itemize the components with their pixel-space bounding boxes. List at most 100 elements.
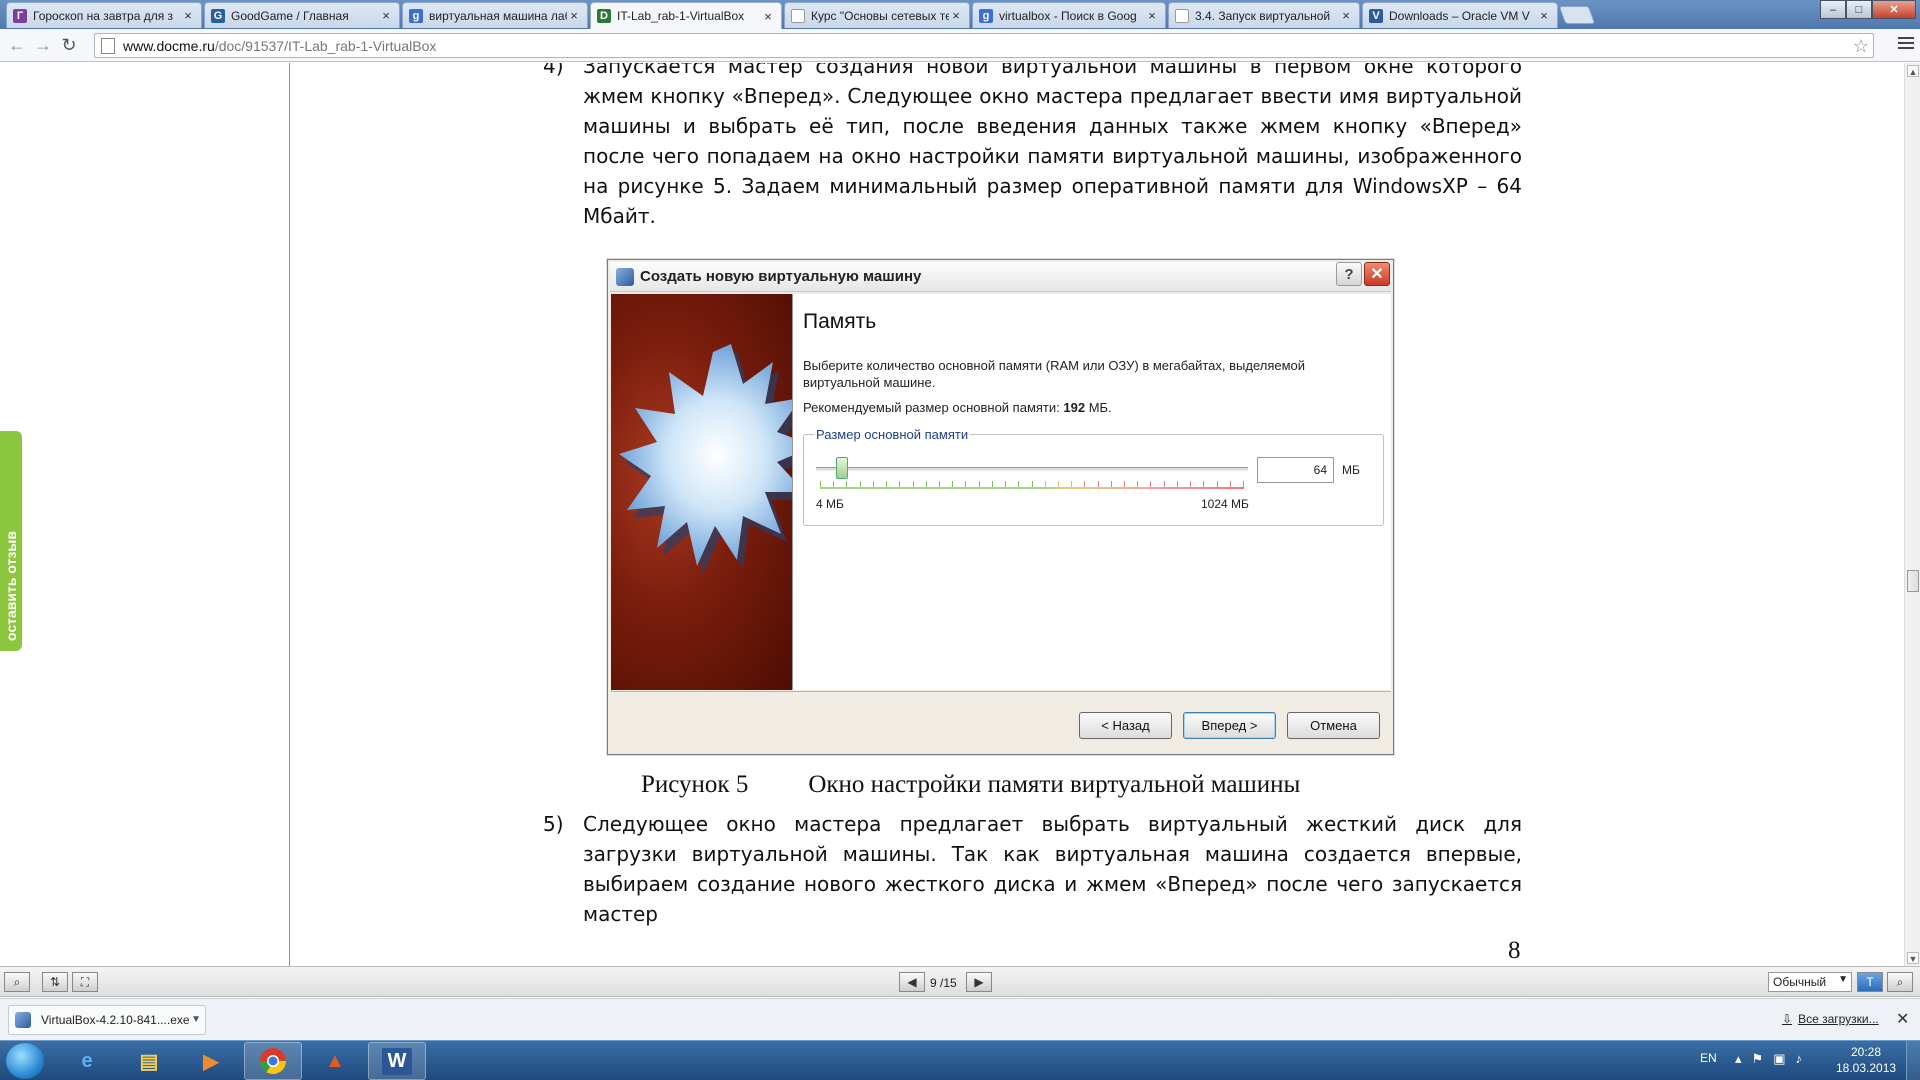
- next-button: Вперед >: [1183, 712, 1276, 739]
- chevron-down-icon[interactable]: ▼: [191, 1014, 201, 1025]
- media-player-icon[interactable]: ▶: [182, 1042, 240, 1080]
- bookmark-star-icon[interactable]: ☆: [1853, 36, 1869, 57]
- page-favicon-icon: [1175, 8, 1189, 23]
- tab-google-virtualbox[interactable]: g virtualbox - Поиск в Goog ×: [972, 2, 1166, 28]
- show-hidden-icons-icon[interactable]: ▴: [1735, 1051, 1742, 1067]
- paragraph-4: 4) Запускается мастер создания новой вир…: [543, 63, 1522, 231]
- feedback-tab[interactable]: оставить отзыв: [0, 431, 22, 651]
- total-pages: /15: [940, 976, 957, 990]
- close-tab-icon[interactable]: ×: [1145, 8, 1159, 23]
- scroll-up-arrow-icon[interactable]: ▲: [1907, 65, 1919, 77]
- figure-caption: Рисунок 5 Окно настройки памяти виртуальн…: [641, 771, 1300, 799]
- back-arrow-icon[interactable]: ←: [4, 32, 30, 58]
- close-tab-icon[interactable]: ×: [1339, 8, 1353, 23]
- windows-taskbar: e ▤ ▶ ▲ W EN ▴ ⚑ ▣ ♪ 20:28 18.03.2013: [0, 1040, 1920, 1080]
- tab-goodgame[interactable]: G GoodGame / Главная ×: [204, 2, 400, 28]
- recommended-value: 192: [1063, 400, 1086, 415]
- matlab-icon[interactable]: ▲: [306, 1042, 364, 1080]
- close-shelf-icon[interactable]: ✕: [1896, 1009, 1909, 1029]
- download-item[interactable]: VirtualBox-4.2.10-841....exe ▼: [8, 1005, 206, 1035]
- virtualbox-dialog-figure: Создать новую виртуальную машину ? ✕ Пам…: [607, 259, 1394, 755]
- wizard-heading: Память: [803, 310, 877, 333]
- chrome-logo-icon: [259, 1048, 287, 1075]
- clock-date: 18.03.2013: [1836, 1061, 1897, 1075]
- close-tab-icon[interactable]: ×: [379, 8, 393, 23]
- wizard-side-image: [611, 294, 792, 690]
- horoscope-favicon-icon: Г: [13, 8, 27, 23]
- tab-vm-launch[interactable]: 3.4. Запуск виртуальной ×: [1168, 2, 1360, 28]
- minimize-button[interactable]: –: [1820, 0, 1846, 19]
- file-explorer-icon[interactable]: ▤: [120, 1042, 178, 1080]
- close-tab-icon[interactable]: ×: [949, 8, 963, 23]
- close-tab-icon[interactable]: ×: [567, 8, 581, 23]
- scrollbar-thumb[interactable]: [1907, 570, 1919, 592]
- tab-google-vm[interactable]: g виртуальная машина лаб ×: [402, 2, 588, 28]
- tab-oracle-downloads[interactable]: V Downloads – Oracle VM V ×: [1362, 2, 1558, 28]
- new-tab-button[interactable]: [1558, 6, 1596, 24]
- language-indicator[interactable]: EN: [1700, 1051, 1717, 1065]
- browser-toolbar: ← → ↻ www.docme.ru /doc/91537/IT-Lab_rab…: [0, 29, 1920, 62]
- chrome-menu-icon[interactable]: [1898, 35, 1914, 51]
- url-host: www.docme.ru: [123, 37, 215, 54]
- zoom-mode-select[interactable]: Обычный ▼: [1768, 972, 1852, 992]
- recommended-memory: Рекомендуемый размер основной памяти: 19…: [803, 400, 1112, 415]
- address-bar[interactable]: www.docme.ru /doc/91537/IT-Lab_rab-1-Vir…: [94, 33, 1874, 58]
- search-icon[interactable]: ⌕: [4, 972, 30, 992]
- window-close-button[interactable]: ✕: [1872, 0, 1916, 19]
- scroll-down-arrow-icon[interactable]: ▼: [1907, 952, 1919, 964]
- group-label: Размер основной памяти: [814, 427, 971, 442]
- memory-size-group: Размер основной памяти 4 МБ 1024 МБ 64 М…: [803, 427, 1384, 526]
- starburst-graphic: [619, 344, 792, 574]
- wizard-footer: < Назад Вперед > Отмена: [611, 691, 1391, 752]
- slider-max-label: 1024 МБ: [1201, 497, 1249, 511]
- download-filename: VirtualBox-4.2.10-841....exe: [41, 1013, 190, 1027]
- zoom-icon[interactable]: ⌕: [1887, 972, 1913, 992]
- dialog-title: Создать новую виртуальную машину: [640, 268, 922, 285]
- maximize-button[interactable]: □: [1846, 0, 1872, 19]
- memory-slider-thumb: [835, 457, 848, 479]
- fit-page-icon[interactable]: ⛶: [72, 972, 98, 992]
- browser-tab-strip: Г Гороскоп на завтра для з × G GoodGame …: [0, 0, 1920, 29]
- page-select-icon[interactable]: ⇅: [42, 972, 68, 992]
- network-icon[interactable]: ▣: [1773, 1051, 1785, 1067]
- page-favicon-icon: [791, 8, 805, 23]
- action-center-icon[interactable]: ⚑: [1752, 1051, 1764, 1067]
- show-desktop-button[interactable]: [1906, 1041, 1920, 1080]
- tab-horoscope[interactable]: Г Гороскоп на завтра для з ×: [6, 2, 202, 28]
- google-favicon-icon: g: [409, 8, 423, 23]
- virtualbox-file-icon: [15, 1012, 31, 1028]
- system-clock[interactable]: 20:28 18.03.2013: [1836, 1044, 1896, 1076]
- prev-page-icon[interactable]: ◀: [899, 972, 925, 992]
- url-path: /doc/91537/IT-Lab_rab-1-VirtualBox: [214, 37, 437, 54]
- slider-range-indicator: [820, 487, 1244, 489]
- memory-unit-label: МБ: [1342, 463, 1360, 477]
- vertical-scrollbar[interactable]: ▲ ▼: [1904, 63, 1920, 966]
- virtualbox-icon: [616, 267, 634, 286]
- next-page-icon[interactable]: ▶: [966, 972, 992, 992]
- page-left-border: [289, 63, 290, 966]
- internet-explorer-icon[interactable]: e: [58, 1042, 116, 1080]
- chrome-icon[interactable]: [244, 1042, 302, 1080]
- window-controls: – □ ✕: [1820, 0, 1916, 20]
- reload-icon[interactable]: ↻: [56, 32, 82, 58]
- document-viewer: оставить отзыв 4) Запускается мастер соз…: [0, 63, 1904, 966]
- current-page[interactable]: 9: [930, 976, 937, 990]
- close-tab-icon[interactable]: ×: [181, 8, 195, 23]
- google-favicon-icon: g: [979, 8, 993, 23]
- tab-docme-active[interactable]: D IT-Lab_rab-1-VirtualBox ×: [590, 2, 782, 29]
- close-tab-icon[interactable]: ×: [1537, 8, 1551, 23]
- tab-course[interactable]: Курс "Основы сетевых те ×: [784, 2, 970, 28]
- wizard-content: Память Выберите количество основной памя…: [792, 294, 1391, 690]
- page-indicator: 9 /15: [930, 976, 957, 990]
- dialog-title-bar: Создать новую виртуальную машину: [610, 262, 1391, 292]
- downloads-shelf: VirtualBox-4.2.10-841....exe ▼ ⇩ Все загр…: [0, 998, 1920, 1040]
- forward-arrow-icon[interactable]: →: [30, 32, 56, 58]
- caption-number: Рисунок 5: [641, 771, 749, 798]
- volume-icon[interactable]: ♪: [1795, 1051, 1802, 1067]
- system-tray: ▴ ⚑ ▣ ♪: [1735, 1051, 1802, 1067]
- text-mode-icon[interactable]: T: [1857, 972, 1883, 992]
- word-icon[interactable]: W: [368, 1042, 426, 1080]
- start-button[interactable]: [6, 1043, 44, 1079]
- all-downloads-link[interactable]: ⇩ Все загрузки...: [1782, 1012, 1879, 1026]
- close-tab-icon[interactable]: ×: [761, 9, 775, 24]
